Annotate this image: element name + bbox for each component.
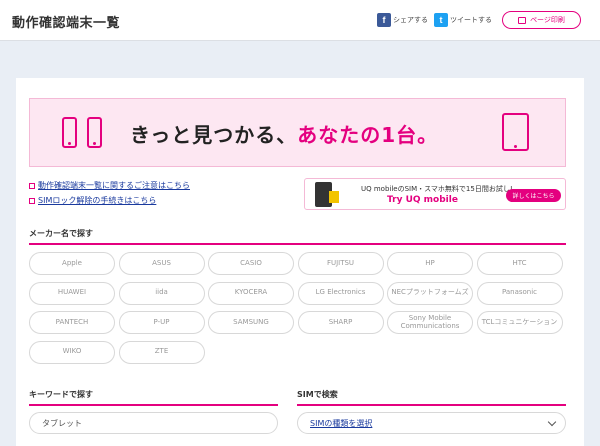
maker-button[interactable]: SHARP bbox=[297, 311, 384, 334]
print-page-label: ページ印刷 bbox=[530, 16, 565, 24]
twitter-icon: t bbox=[434, 13, 448, 27]
twitter-tweet-label: ツイートする bbox=[450, 16, 492, 24]
printer-icon bbox=[518, 16, 527, 24]
maker-button[interactable]: Sony Mobile Communications bbox=[387, 311, 473, 334]
keyword-search-input[interactable]: タブレット bbox=[29, 412, 278, 434]
sim-type-select[interactable]: SIMの種類を選択 bbox=[297, 412, 566, 434]
print-page-button[interactable]: ページ印刷 bbox=[502, 11, 581, 29]
maker-button[interactable]: KYOCERA bbox=[208, 281, 294, 305]
banner-tagline-main: きっと見つかる、 bbox=[130, 123, 298, 147]
maker-button[interactable]: ZTE bbox=[118, 340, 205, 364]
chevron-down-icon bbox=[547, 417, 557, 427]
maker-button[interactable]: HUAWEI bbox=[29, 281, 115, 305]
uq-details-button[interactable]: 詳しくはこちら bbox=[506, 189, 561, 202]
maker-button[interactable]: PANTECH bbox=[29, 311, 115, 334]
sim-card-image bbox=[329, 191, 339, 203]
facebook-share-button[interactable]: f シェアする bbox=[377, 13, 428, 27]
maker-button[interactable]: TCLコミュニケーション bbox=[476, 311, 563, 334]
link-bullet-icon bbox=[29, 197, 35, 204]
maker-button[interactable]: iida bbox=[118, 281, 205, 305]
maker-button[interactable]: HP bbox=[387, 252, 473, 275]
link-bullet-icon bbox=[29, 182, 35, 189]
maker-button[interactable]: WIKO bbox=[29, 340, 115, 364]
banner-tagline-highlight: あなたの1台。 bbox=[297, 123, 439, 147]
maker-button[interactable]: P-UP bbox=[118, 311, 205, 334]
page-title: 動作確認端末一覧 bbox=[12, 16, 121, 31]
maker-button[interactable]: HTC bbox=[476, 252, 563, 275]
maker-button[interactable]: FUJITSU bbox=[297, 252, 384, 275]
hero-banner: きっと見つかる、あなたの1台。 bbox=[29, 98, 566, 167]
maker-button[interactable]: Apple bbox=[29, 252, 115, 275]
maker-button[interactable]: CASIO bbox=[208, 252, 294, 275]
uq-banner-line1: UQ mobileのSIM・スマホ無料で15日間お試し! bbox=[361, 185, 513, 193]
maker-button[interactable]: Panasonic bbox=[476, 281, 563, 305]
facebook-icon: f bbox=[377, 13, 391, 27]
banner-tagline: きっと見つかる、あなたの1台。 bbox=[130, 119, 438, 148]
smartphone-icon bbox=[62, 117, 77, 148]
maker-button[interactable]: ASUS bbox=[118, 252, 205, 275]
sim-type-select-label: SIMの種類を選択 bbox=[310, 418, 373, 428]
maker-button[interactable]: LG Electronics bbox=[297, 281, 384, 305]
twitter-tweet-button[interactable]: t ツイートする bbox=[434, 13, 492, 27]
tablet-icon bbox=[502, 113, 529, 151]
uq-banner-line2: Try UQ mobile bbox=[387, 195, 458, 205]
sim-unlock-link[interactable]: SIMロック解除の手続きはこちら bbox=[29, 195, 156, 206]
smartphone-icon bbox=[87, 117, 102, 148]
notice-link-label: 動作確認端末一覧に関するご注意はこちら bbox=[38, 181, 190, 190]
keyword-section-title: キーワードで探す bbox=[29, 389, 278, 406]
top-bar: 動作確認端末一覧 f シェアする t ツイートする ページ印刷 bbox=[0, 0, 600, 41]
sim-unlock-link-label: SIMロック解除の手続きはこちら bbox=[38, 196, 157, 205]
notice-link[interactable]: 動作確認端末一覧に関するご注意はこちら bbox=[29, 180, 190, 191]
sim-section-title: SIMで検索 bbox=[297, 389, 566, 406]
maker-button[interactable]: NECプラットフォームズ bbox=[387, 281, 473, 305]
maker-button[interactable]: SAMSUNG bbox=[208, 311, 294, 334]
uq-mobile-banner[interactable]: UQ mobileのSIM・スマホ無料で15日間お試し! Try UQ mobi… bbox=[304, 178, 566, 210]
facebook-share-label: シェアする bbox=[393, 16, 428, 24]
maker-section-title: メーカー名で探す bbox=[29, 228, 566, 245]
